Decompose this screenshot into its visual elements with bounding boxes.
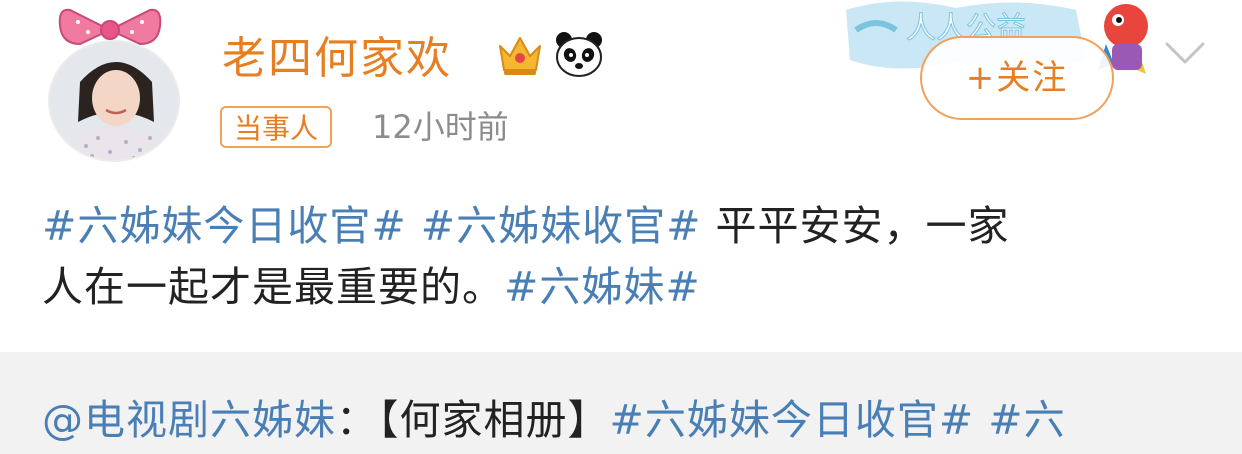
topic-link[interactable]: #六姊妹今日收官# bbox=[610, 396, 975, 444]
role-badge: 当事人 bbox=[220, 106, 333, 148]
crown-icon[interactable] bbox=[496, 32, 544, 78]
post-text: 平平安安，一家 bbox=[701, 202, 1010, 250]
topic-link-truncated[interactable]: #六 bbox=[974, 396, 1065, 444]
username[interactable]: 老四何家欢 bbox=[222, 30, 452, 88]
topic-link[interactable]: #六姊妹# bbox=[504, 263, 701, 311]
repost-area[interactable]: @电视剧六姊妹：【何家相册】#六姊妹今日收官# #六 bbox=[0, 352, 1242, 454]
repost-body-text: ：【何家相册】 bbox=[336, 396, 610, 444]
post-time: 12小时前 bbox=[372, 108, 509, 146]
post-line-2: 人在一起才是最重要的。#六姊妹# bbox=[42, 257, 1202, 318]
post-line-1: #六姊妹今日收官# #六姊妹收官# 平平安安，一家 bbox=[42, 196, 1202, 257]
topic-link[interactable]: #六姊妹今日收官# bbox=[42, 202, 407, 250]
bow-icon bbox=[58, 8, 162, 46]
post-text: 人在一起才是最重要的。 bbox=[42, 263, 504, 311]
post-content: #六姊妹今日收官# #六姊妹收官# 平平安安，一家 人在一起才是最重要的。#六姊… bbox=[42, 196, 1202, 318]
repost-text: @电视剧六姊妹：【何家相册】#六姊妹今日收官# #六 bbox=[42, 392, 1066, 448]
avatar-container[interactable] bbox=[44, 8, 184, 162]
chevron-down-icon[interactable] bbox=[1164, 40, 1206, 66]
panda-icon[interactable] bbox=[553, 28, 605, 80]
mention-link[interactable]: @电视剧六姊妹 bbox=[42, 396, 336, 444]
weibo-post-card: 老四何家欢 当事人 12小时前 人人公益 +关注 #六姊妹今日收官# #六姊妹收… bbox=[0, 0, 1242, 454]
follow-button[interactable]: +关注 bbox=[920, 36, 1114, 120]
topic-link[interactable]: #六姊妹收官# bbox=[421, 202, 702, 250]
avatar[interactable] bbox=[48, 40, 180, 162]
